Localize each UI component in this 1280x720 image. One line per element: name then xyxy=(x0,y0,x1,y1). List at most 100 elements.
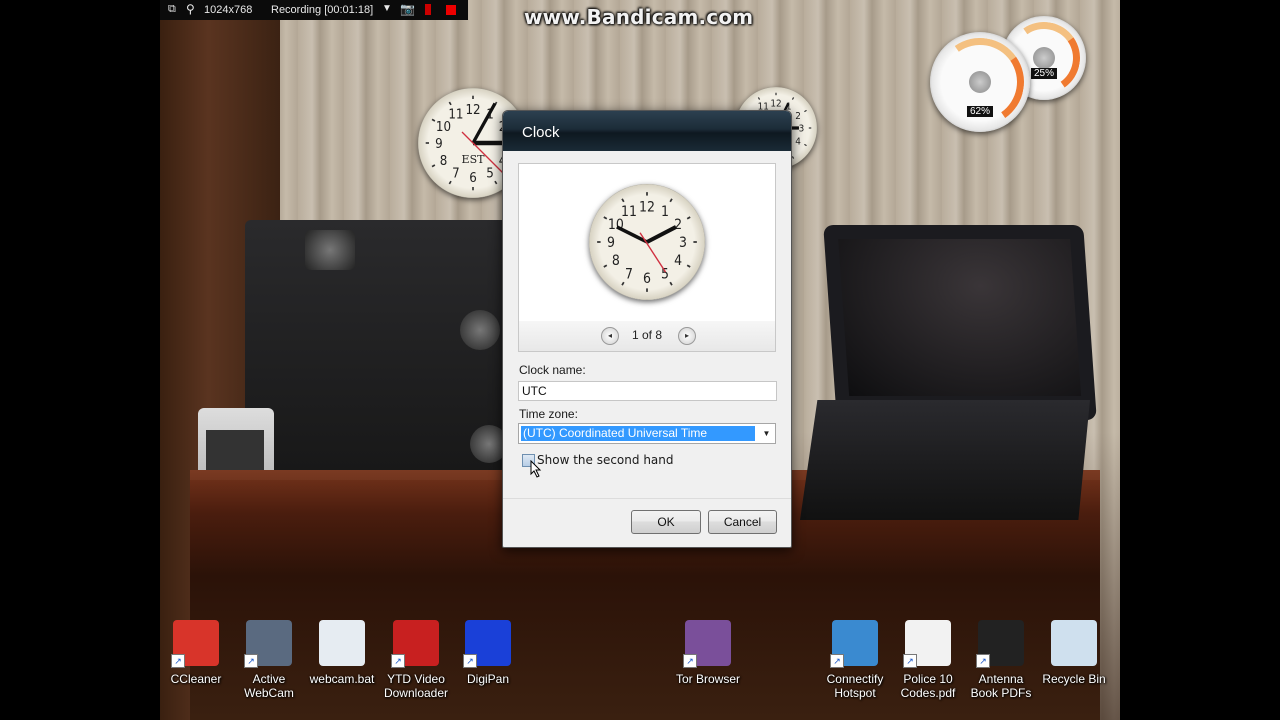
clock-tick xyxy=(448,180,452,185)
clock-tick xyxy=(669,281,673,286)
desktop-icon-label: Recycle Bin xyxy=(1042,672,1106,686)
camera-icon[interactable]: 📷 xyxy=(400,2,415,16)
app-icon: ↗ xyxy=(171,620,219,668)
clock-preview: 12 1 2 3 4 5 6 7 8 9 10 11 xyxy=(518,163,776,323)
clock-tick xyxy=(603,264,608,268)
show-second-hand-label[interactable]: Show the second hand xyxy=(537,453,674,467)
shortcut-arrow-icon: ↗ xyxy=(683,654,697,668)
desktop-icon-label: YTD Video xyxy=(387,672,445,686)
app-icon: ↗ xyxy=(244,620,292,668)
hour-hand xyxy=(646,225,677,244)
app-icon xyxy=(1051,620,1097,666)
clock-numeral: 11 xyxy=(621,204,637,220)
clock-numeral: 11 xyxy=(448,107,463,122)
clock-numeral: 4 xyxy=(674,253,682,269)
clock-tick xyxy=(448,101,452,106)
dropdown-arrow-icon[interactable]: ▼ xyxy=(382,3,392,14)
shortcut-arrow-icon: ↗ xyxy=(463,654,477,668)
desktop-icon-ytd-video-downloader[interactable]: ↗ YTD Video Downloader xyxy=(377,620,455,700)
pager-label: 1 of 8 xyxy=(631,328,663,342)
resolution-label: 1024x768 xyxy=(204,4,253,16)
clock-style-pager: ◂ 1 of 8 ▸ xyxy=(518,321,776,352)
desktop-icon-active-webcam[interactable]: ↗ Active WebCam xyxy=(230,620,308,700)
shortcut-arrow-icon: ↗ xyxy=(171,654,185,668)
clock-tick xyxy=(431,118,436,122)
shortcut-arrow-icon: ↗ xyxy=(391,654,405,668)
stop-icon[interactable] xyxy=(446,5,456,15)
search-icon[interactable]: ⚲ xyxy=(186,2,195,16)
desktop-icon-webcam-bat[interactable]: webcam.bat xyxy=(303,620,381,686)
desktop-icon-tor-browser[interactable]: ↗ Tor Browser xyxy=(669,620,747,686)
clock-numeral: 9 xyxy=(435,137,443,152)
clock-numeral: 2 xyxy=(795,111,801,122)
clock-numeral: 8 xyxy=(440,154,448,169)
cpu-value: 62% xyxy=(966,106,994,117)
clock-numeral: 6 xyxy=(643,271,651,287)
clock-tick xyxy=(804,143,807,147)
clock-tick xyxy=(804,109,807,113)
clock-tick xyxy=(621,281,625,286)
desktop-icon-connectify-hotspot[interactable]: ↗ Connectify Hotspot xyxy=(816,620,894,700)
shortcut-arrow-icon: ↗ xyxy=(976,654,990,668)
memory-icon xyxy=(1033,47,1055,69)
chevron-down-icon[interactable]: ▼ xyxy=(758,424,775,443)
app-icon: ↗ xyxy=(976,620,1024,668)
dialog-title: Clock xyxy=(522,124,560,141)
clock-numeral: 8 xyxy=(612,253,620,269)
memory-value: 25% xyxy=(1030,68,1058,79)
wallpaper-laptop-keyboard xyxy=(800,400,1090,520)
shortcut-arrow-icon: ↗ xyxy=(903,654,917,668)
app-icon: ↗ xyxy=(903,620,951,668)
app-icon xyxy=(319,620,365,666)
time-zone-selected-value: (UTC) Coordinated Universal Time xyxy=(521,426,755,441)
minute-hand xyxy=(616,225,648,244)
clock-numeral: 5 xyxy=(486,166,494,181)
clock-numeral: 1 xyxy=(661,204,669,220)
ok-button[interactable]: OK xyxy=(631,510,701,534)
clock-numeral: 12 xyxy=(770,98,781,109)
desktop-icon-label: Connectify xyxy=(826,672,884,686)
clock-numeral: 3 xyxy=(799,124,805,135)
app-icon: ↗ xyxy=(463,620,511,668)
clock-numeral: 12 xyxy=(639,199,655,215)
desktop-icon-label: Antenna xyxy=(978,672,1024,686)
clock-tick xyxy=(791,156,795,159)
window-icon[interactable]: ⧉ xyxy=(168,3,176,16)
clock-tick xyxy=(757,97,761,100)
clock-numeral: 4 xyxy=(795,136,801,147)
cpu-gauge[interactable]: 62% xyxy=(929,31,1031,133)
desktop-icon-police-10-codes-pdf[interactable]: ↗ Police 10 Codes.pdf xyxy=(889,620,967,700)
clock-tick xyxy=(686,264,691,268)
mouse-cursor-icon xyxy=(530,460,542,478)
desktop-icon-label: CCleaner xyxy=(170,672,222,686)
desktop-icon-digipan[interactable]: ↗ DigiPan xyxy=(449,620,527,686)
desktop-icon-label-line2: Downloader xyxy=(383,686,449,700)
dialog-title-bar[interactable]: Clock xyxy=(503,111,791,151)
desktop-icon-label: Police 10 xyxy=(903,672,953,686)
desktop-icon-recycle-bin[interactable]: Recycle Bin xyxy=(1035,620,1113,686)
recording-status: Recording [00:01:18] xyxy=(271,4,374,16)
clock-numeral: 7 xyxy=(625,266,633,282)
desktop-icon-label-line2: Book PDFs xyxy=(970,686,1032,700)
preview-clock: 12 1 2 3 4 5 6 7 8 9 10 11 xyxy=(589,184,705,300)
cancel-button[interactable]: Cancel xyxy=(708,510,777,534)
clock-tick xyxy=(791,97,795,100)
desktop-icon-antenna-book-pdfs[interactable]: ↗ Antenna Book PDFs xyxy=(962,620,1040,700)
clock-tick xyxy=(686,216,691,220)
desktop-icon-label-line2: WebCam xyxy=(244,686,294,700)
app-icon: ↗ xyxy=(683,620,731,668)
clock-numeral: 2 xyxy=(674,217,682,233)
clock-numeral: 5 xyxy=(661,266,669,282)
clock-name-input[interactable] xyxy=(518,381,777,401)
desktop-icon-label: DigiPan xyxy=(466,672,510,686)
shortcut-arrow-icon: ↗ xyxy=(244,654,258,668)
desktop-icon-ccleaner[interactable]: ↗ CCleaner xyxy=(157,620,235,686)
clock-tick xyxy=(669,198,673,203)
app-icon: ↗ xyxy=(391,620,439,668)
next-clock-button[interactable]: ▸ xyxy=(678,327,696,345)
pause-icon[interactable] xyxy=(425,4,431,15)
recording-toolbar: ⧉ ⚲ 1024x768 Recording [00:01:18] ▼ 📷 xyxy=(160,0,468,20)
time-zone-select[interactable]: (UTC) Coordinated Universal Time ▼ xyxy=(518,423,776,444)
clock-face: 121234567891011 xyxy=(597,192,697,292)
clock-name-label: Clock name: xyxy=(519,363,586,377)
